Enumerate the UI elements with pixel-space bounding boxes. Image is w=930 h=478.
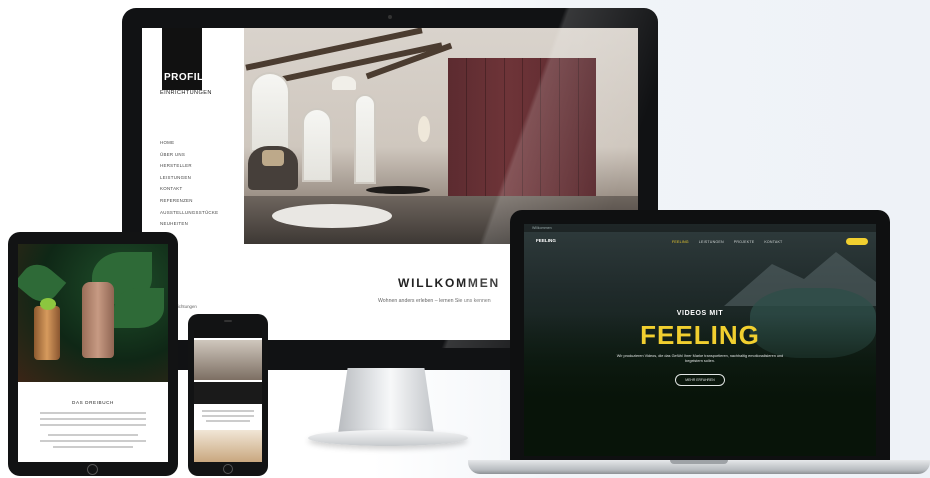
laptop-notch: [670, 460, 728, 464]
nav-item-ueber-uns[interactable]: ÜBER UNS: [160, 152, 218, 164]
hero-text: Wir produzieren Videos, die das Gefühl I…: [616, 354, 784, 364]
text-placeholder-line: [206, 420, 250, 422]
hero-title: FEELING: [640, 320, 760, 350]
monitor-stand: [338, 368, 434, 434]
text-placeholder-line: [40, 424, 146, 426]
wardrobe-seam: [559, 58, 560, 204]
nav-item-kontakt[interactable]: KONTAKT: [764, 240, 782, 244]
arched-window: [302, 108, 332, 182]
text-placeholder-line: [40, 412, 146, 414]
laptop-nav: FEELING LEISTUNGEN PROJEKTE KONTAKT: [672, 240, 782, 244]
phone-home-button[interactable]: [223, 464, 233, 474]
welcome-subheading: Wohnen anders erleben – lernen Sie uns k…: [378, 298, 491, 304]
text-placeholder-line: [40, 440, 146, 442]
wardrobe-seam: [504, 58, 505, 204]
lime-slice: [40, 298, 56, 310]
nav-item-neuheiten[interactable]: NEUHEITEN: [160, 221, 218, 233]
wardrobe-seam: [540, 58, 541, 204]
floor-lamp: [418, 116, 430, 142]
hero-pretitle: VIDEOS MIT: [676, 310, 724, 317]
text-placeholder-line: [53, 446, 133, 448]
phone-portrait-image: [194, 430, 262, 462]
tablet-device: DAS DREIBUCH: [8, 232, 178, 476]
text-placeholder-line: [202, 410, 254, 412]
laptop-device: Willkommen FEELING FEELING LEISTUNGEN PR…: [510, 210, 890, 462]
tablet-section-title: DAS DREIBUCH: [72, 400, 114, 405]
header-cta-button[interactable]: [846, 238, 868, 245]
logo-name[interactable]: PROFIL: [164, 72, 204, 83]
wardrobe: [448, 58, 596, 204]
nav-item-referenzen[interactable]: REFERENZEN: [160, 198, 218, 210]
nav-item-home[interactable]: HOME: [160, 140, 218, 152]
phone-screen: [194, 330, 262, 462]
text-placeholder-line: [40, 418, 146, 420]
nav-item-projekte[interactable]: PROJEKTE: [734, 240, 755, 244]
phone-speaker: [224, 320, 232, 322]
nav-item-ausstellungsstuecke[interactable]: AUSSTELLUNGSSTÜCKE: [160, 210, 218, 222]
arched-window: [354, 94, 376, 184]
hero-cta-button[interactable]: MEHR ERFAHREN: [675, 374, 725, 386]
desktop-nav: HOME ÜBER UNS HERSTELLER LEISTUNGEN KONT…: [160, 140, 218, 233]
monitor-camera: [388, 15, 392, 19]
text-placeholder-line: [48, 434, 138, 436]
text-placeholder-line: [202, 415, 254, 417]
coffee-table: [366, 186, 430, 194]
phone-dark-banner: [194, 382, 262, 404]
nav-item-hersteller[interactable]: HERSTELLER: [160, 163, 218, 175]
nav-item-kontakt[interactable]: KONTAKT: [160, 186, 218, 198]
wardrobe-seam: [578, 58, 579, 204]
tablet-screen: DAS DREIBUCH: [18, 244, 168, 462]
laptop-top-bar: Willkommen: [524, 224, 876, 232]
logo-subtitle: EINRICHTUNGEN: [160, 90, 212, 96]
welcome-heading: WILLKOMMEN: [398, 276, 500, 290]
nav-item-leistungen[interactable]: LEISTUNGEN: [160, 175, 218, 187]
wardrobe-seam: [485, 58, 486, 204]
laptop-screen: Willkommen FEELING FEELING LEISTUNGEN PR…: [524, 224, 876, 456]
device-mockup-scene: PROFIL EINRICHTUNGEN HOME ÜBER UNS HERST…: [0, 0, 930, 478]
top-bar-info: Willkommen: [532, 225, 552, 230]
tablet-hero-image: [18, 244, 168, 382]
nav-item-feeling[interactable]: FEELING: [672, 240, 689, 244]
phone-hero-image: [194, 340, 262, 380]
wardrobe-seam: [466, 58, 467, 204]
bottle: [82, 282, 114, 358]
copper-mug: [34, 306, 60, 360]
nav-item-leistungen[interactable]: LEISTUNGEN: [699, 240, 724, 244]
leaf: [114, 288, 164, 328]
arched-window: [250, 72, 290, 152]
rug: [272, 204, 392, 228]
tablet-home-button[interactable]: [87, 464, 98, 475]
cushion: [262, 150, 284, 166]
monitor-stand-base: [308, 430, 468, 446]
phone-device: [188, 314, 268, 476]
pendant-lamp: [332, 76, 356, 90]
phone-header-bar: [194, 330, 262, 338]
wardrobe-seam: [522, 58, 523, 204]
laptop-logo[interactable]: FEELING: [536, 238, 556, 243]
